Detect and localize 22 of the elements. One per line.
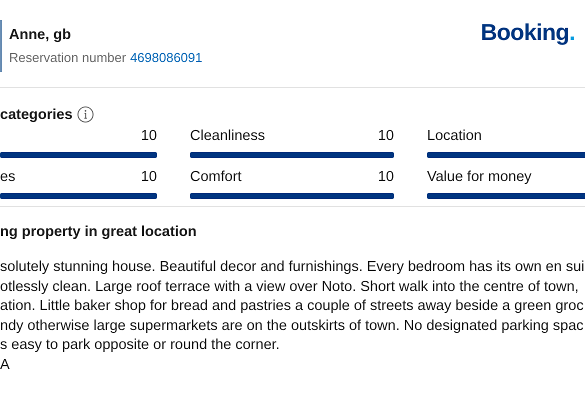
review-text-line: otlessly clean. Large roof terrace with a view over Noto. Short walk into the centre of town, (0, 278, 580, 297)
category-score: 10 (378, 169, 394, 185)
category-score: 10 (140, 128, 157, 144)
review-text-line: ation. Little baker shop for bread and pastries a couple of streets away beside a green groc (0, 297, 585, 316)
category-label: es (0, 169, 16, 185)
category-label: Location (427, 128, 482, 144)
logo: Booking. (480, 19, 575, 47)
category-label: Cleanliness (190, 128, 265, 144)
review-text-line: ndy otherwise large supermarkets are on the outskirts of town. No designated parking spac (0, 316, 585, 336)
category-score: 10 (140, 169, 157, 185)
reservation-label: Reservation number (9, 50, 126, 65)
review-text-line: s easy to park opposite or round the corner. (0, 336, 281, 356)
category-score: 10 (378, 128, 394, 144)
review-text-line: A (0, 356, 11, 375)
reservation-number-link[interactable]: 4698086091 (130, 50, 202, 65)
review-title: ng property in great location (0, 224, 198, 240)
category-label: Value for money (427, 169, 532, 185)
guest-name: Anne, gb (9, 27, 72, 43)
info-icon[interactable] (76, 106, 94, 123)
category-label: Comfort (190, 169, 242, 185)
review-text-line: solutely stunning house. Beautiful decor and furnishings. Every bedroom has its own en sui (0, 258, 585, 277)
section-title: categories (0, 106, 73, 122)
